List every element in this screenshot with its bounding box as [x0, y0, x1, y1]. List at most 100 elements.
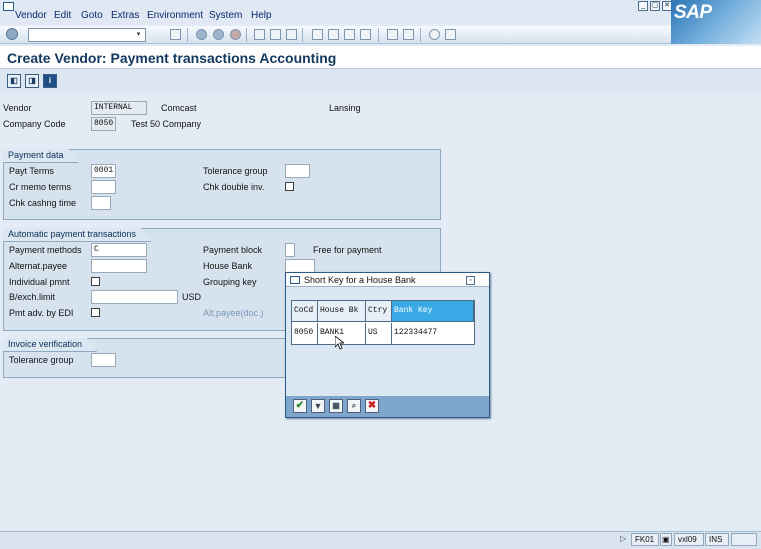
toolbar-separator	[187, 28, 188, 42]
individual-pmnt-label: Individual pmnt	[9, 277, 70, 287]
chk-double-checkbox[interactable]	[285, 182, 294, 191]
toolbar-separator	[246, 28, 247, 42]
inv-tolerance-group-field[interactable]	[91, 353, 116, 367]
cell-ctry[interactable]: US	[366, 323, 392, 344]
first-page-icon[interactable]	[312, 29, 323, 40]
bexch-limit-field[interactable]	[91, 290, 178, 304]
currency-label: USD	[182, 292, 202, 302]
vendor-label: Vendor	[3, 103, 32, 113]
pmt-adv-label: Pmt adv. by EDI	[9, 308, 74, 318]
new-entries-icon[interactable]: ▦	[329, 399, 343, 413]
popup-window-icon	[290, 276, 300, 284]
sap-logo-text: SAP	[674, 2, 712, 23]
prev-screen-icon[interactable]: ◧	[7, 74, 21, 88]
house-bank-label: House Bank	[203, 261, 253, 271]
grouping-key-label: Grouping key	[203, 277, 257, 287]
minimize-icon[interactable]: _	[638, 1, 648, 11]
mouse-cursor-icon	[335, 336, 344, 350]
chk-double-label: Chk double inv.	[203, 182, 265, 192]
menu-extras[interactable]: Extras	[111, 10, 139, 21]
new-session-icon[interactable]	[387, 29, 398, 40]
vendor-city: Lansing	[329, 103, 361, 113]
payment-block-label: Payment block	[203, 245, 263, 255]
shortcut-icon[interactable]	[403, 29, 414, 40]
previous-page-icon[interactable]	[328, 29, 339, 40]
find-icon[interactable]: ⌕	[347, 399, 361, 413]
cell-cocd[interactable]: 8050	[292, 323, 318, 344]
restore-icon[interactable]: ▢	[650, 1, 660, 11]
auto-payment-title: Automatic payment transactions	[3, 228, 151, 242]
cr-memo-label: Cr memo terms	[9, 182, 72, 192]
status-mode[interactable]: INS	[705, 533, 729, 546]
vendor-name: Comcast	[161, 103, 197, 113]
confirm-checkmark-icon[interactable]: ✔	[293, 399, 307, 413]
restrictions-filter-icon[interactable]: ▼	[311, 399, 325, 413]
menu-help[interactable]: Help	[251, 10, 272, 21]
application-toolbar	[0, 69, 761, 93]
menu-system[interactable]: System	[209, 10, 242, 21]
last-page-icon[interactable]	[360, 29, 371, 40]
column-header-ctry[interactable]: Ctry	[366, 301, 392, 322]
column-header-cocd[interactable]: CoCd	[292, 301, 318, 322]
save-icon[interactable]	[170, 29, 181, 40]
payment-methods-label: Payment methods	[9, 245, 82, 255]
toolbar-separator	[302, 28, 303, 42]
company-code-label: Company Code	[3, 119, 66, 129]
menu-vendor[interactable]: Vendor	[15, 10, 47, 21]
next-screen-icon[interactable]: ◨	[25, 74, 39, 88]
chk-cashing-field[interactable]	[91, 196, 111, 210]
next-page-icon[interactable]	[344, 29, 355, 40]
menu-environment[interactable]: Environment	[147, 10, 203, 21]
inv-tolerance-group-label: Tolerance group	[9, 355, 74, 365]
pmt-adv-checkbox[interactable]	[91, 308, 100, 317]
status-expand-icon[interactable]: ▷	[620, 534, 626, 543]
menu-goto[interactable]: Goto	[81, 10, 103, 21]
payt-terms-label: Payt Terms	[9, 166, 54, 176]
column-header-bank-key[interactable]: Bank Key	[392, 301, 474, 322]
cr-memo-field[interactable]	[91, 180, 116, 194]
company-name: Test 50 Company	[131, 119, 202, 129]
individual-pmnt-checkbox[interactable]	[91, 277, 100, 286]
command-dropdown-icon[interactable]: ▾	[133, 29, 144, 41]
enter-icon[interactable]	[6, 28, 18, 40]
status-server: vxl09	[674, 533, 704, 546]
status-blank-field	[731, 533, 757, 546]
help-icon[interactable]	[429, 29, 440, 40]
payment-methods-field[interactable]: C	[91, 243, 147, 257]
print-icon[interactable]	[254, 29, 265, 40]
house-bank-field[interactable]	[285, 259, 315, 273]
tolerance-group-field[interactable]	[285, 164, 310, 178]
toolbar-separator	[378, 28, 379, 42]
payt-terms-field[interactable]: 0001	[91, 164, 116, 178]
cancel-x-icon[interactable]: ✖	[365, 399, 379, 413]
vendor-field: INTERNAL	[91, 101, 147, 115]
window-menu-icon[interactable]	[3, 2, 14, 11]
exit-icon[interactable]	[213, 29, 224, 40]
cell-bank-key[interactable]: 122334477	[392, 323, 474, 344]
popup-title: Short Key for a House Bank	[304, 275, 416, 285]
column-header-house-bk[interactable]: House Bk	[318, 301, 366, 322]
popup-close-icon[interactable]: ▫	[466, 276, 475, 285]
payment-data-title: Payment data	[3, 149, 79, 163]
layout-menu-icon[interactable]	[445, 29, 456, 40]
company-code-field: 8050	[91, 117, 116, 131]
toolbar-separator	[420, 28, 421, 42]
back-icon[interactable]	[196, 29, 207, 40]
tolerance-group-label: Tolerance group	[203, 166, 268, 176]
cancel-icon[interactable]	[230, 29, 241, 40]
command-field[interactable]	[28, 28, 146, 42]
find-icon[interactable]	[270, 29, 281, 40]
find-next-icon[interactable]	[286, 29, 297, 40]
status-transaction: FK01	[631, 533, 659, 546]
status-session-icon[interactable]: ▣	[660, 533, 672, 546]
alternat-payee-label: Alternat.payee	[9, 261, 68, 271]
info-icon[interactable]: i	[43, 74, 57, 88]
alternat-payee-field[interactable]	[91, 259, 147, 273]
free-for-payment-text: Free for payment	[313, 245, 382, 255]
payment-block-field[interactable]	[285, 243, 295, 257]
page-title: Create Vendor: Payment transactions Acco…	[7, 50, 337, 66]
bexch-limit-label: B/exch.limit	[9, 292, 56, 302]
chk-cashing-label: Chk cashng time	[9, 198, 77, 208]
alt-payee-doc-label: Alt.payee(doc.)	[203, 308, 264, 318]
menu-edit[interactable]: Edit	[54, 10, 71, 21]
